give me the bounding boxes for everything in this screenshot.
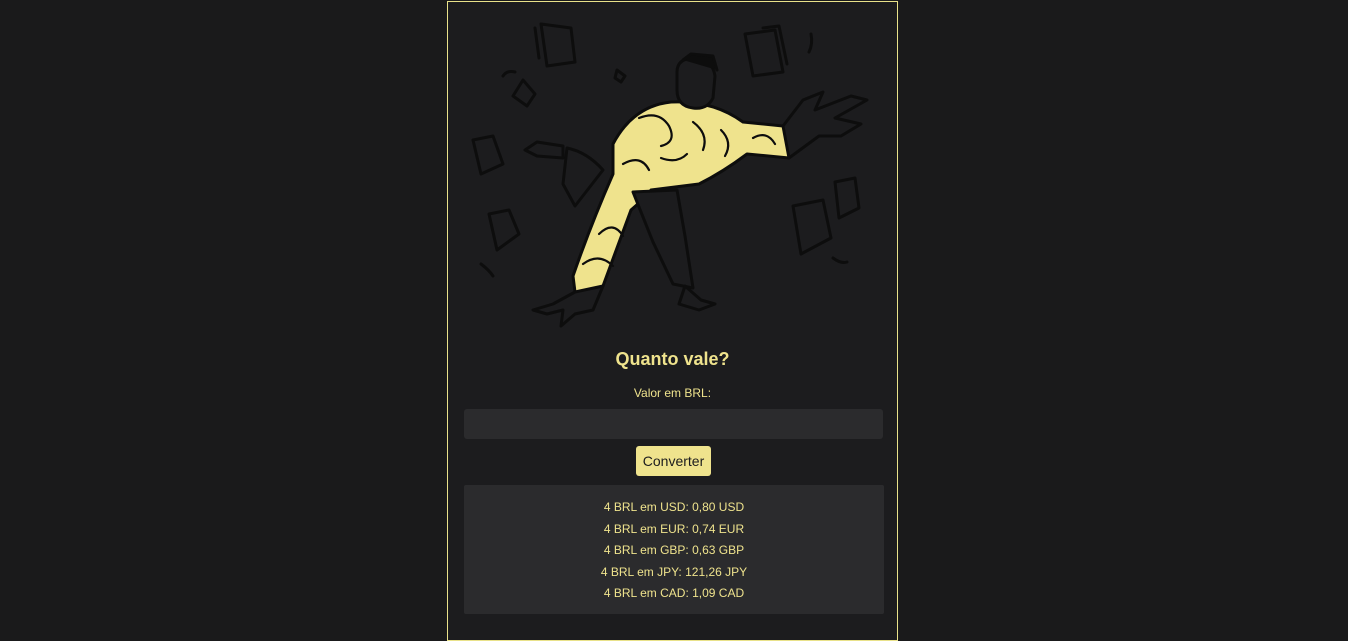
result-eur: 4 BRL em EUR: 0,74 EUR bbox=[603, 521, 745, 536]
amount-label: Valor em BRL: bbox=[633, 386, 712, 400]
results-panel: 4 BRL em USD: 0,80 USD 4 BRL em EUR: 0,7… bbox=[464, 485, 884, 614]
page-title: Quanto vale? bbox=[615, 349, 730, 369]
result-jpy: 4 BRL em JPY: 121,26 JPY bbox=[600, 564, 748, 579]
result-usd: 4 BRL em USD: 0,80 USD bbox=[603, 500, 745, 514]
result-cad: 4 BRL em CAD: 1,09 CAD bbox=[603, 586, 745, 600]
person-throwing-papers-illustration bbox=[471, 22, 869, 328]
converter-card: Quanto vale? Valor em BRL: Converter 4 B… bbox=[447, 1, 898, 641]
amount-input[interactable] bbox=[464, 409, 883, 439]
convert-button[interactable]: Converter bbox=[636, 446, 711, 476]
result-gbp: 4 BRL em GBP: 0,63 GBP bbox=[603, 543, 745, 557]
